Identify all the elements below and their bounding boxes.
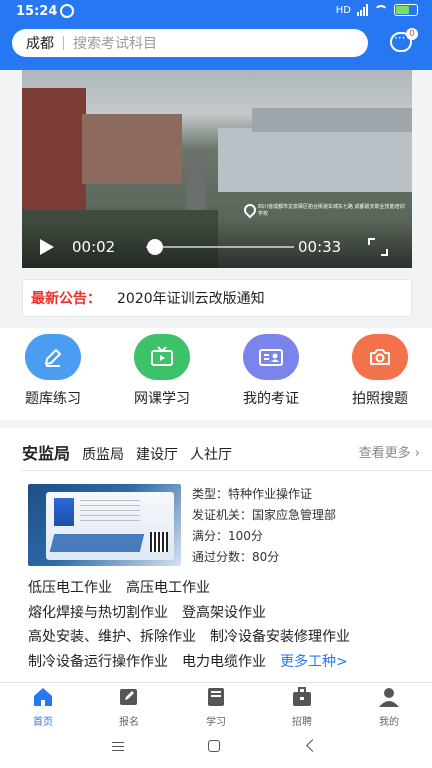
video-building (82, 114, 182, 184)
id-card-icon (259, 349, 283, 366)
job-type-item[interactable]: 熔化焊接与热切割作业 (28, 605, 168, 621)
progress-track[interactable] (146, 246, 294, 248)
search-input[interactable]: 搜索考试科目 (73, 33, 157, 53)
certificate-photo (54, 498, 74, 526)
video-player[interactable]: 四川省成都市龙泉驿区柏合街道车城东七路 成都航天职业技能培训学校 00:02 0… (22, 70, 412, 268)
video-building (22, 88, 86, 210)
feature-icon-bg (243, 334, 299, 380)
certificate-issuer: 发证机关：国家应急管理部 (192, 508, 337, 522)
play-icon[interactable] (40, 239, 54, 255)
feature-label: 拍照搜题 (352, 391, 408, 407)
certificate-text-lines (80, 500, 140, 522)
feature-grid: 题库练习 网课学习 我的考证 拍照搜题 (0, 328, 432, 420)
status-icons: HD (336, 4, 418, 16)
tab-construction-dept[interactable]: 建设厅 (136, 444, 178, 464)
pencil-icon (45, 349, 61, 367)
certificate-full-score: 满分：100分 (192, 529, 263, 543)
wifi-icon (374, 5, 388, 15)
briefcase-icon (293, 687, 311, 706)
job-type-item[interactable]: 低压电工作业 (28, 580, 112, 596)
feature-question-bank[interactable]: 题库练习 (3, 334, 103, 408)
menu-icon[interactable] (112, 742, 124, 751)
feature-icon-bg (134, 334, 190, 380)
signal-icon (357, 4, 368, 16)
job-type-item[interactable]: 登高架设作业 (182, 605, 266, 621)
tv-icon (151, 346, 173, 366)
network-label: HD (335, 4, 351, 16)
tab-safety-bureau[interactable]: 安监局 (22, 440, 70, 464)
bottom-nav: 首页 报名 学习 招聘 我的 (0, 682, 432, 728)
certificate-info: 类型：特种作业操作证 发证机关：国家应急管理部 满分：100分 通过分数：80分 (192, 484, 336, 568)
more-job-types-link[interactable]: 更多工种> (280, 654, 348, 670)
feature-online-course[interactable]: 网课学习 (112, 334, 212, 408)
qr-code-icon (150, 532, 168, 552)
view-more-label: 查看更多 (358, 446, 411, 461)
video-controls: 00:02 00:33 (22, 220, 412, 268)
announcement-bar[interactable]: 最新公告： 2020年证训云改版通知 (22, 279, 412, 317)
job-type-item[interactable]: 电力电缆作业 (182, 654, 266, 670)
edit-icon (120, 689, 137, 705)
job-type-list: 低压电工作业 高压电工作业 熔化焊接与热切割作业 登高架设作业 高处安装、维护、拆除… (28, 576, 422, 674)
progress-thumb[interactable] (146, 239, 163, 255)
job-type-item[interactable]: 制冷设备安装修理作业 (210, 629, 350, 645)
message-badge: 0 (406, 28, 418, 40)
current-time: 00:02 (72, 238, 116, 256)
alarm-icon (60, 4, 74, 18)
city-selector[interactable]: 成都 (12, 33, 54, 53)
nav-home[interactable]: 首页 (13, 687, 73, 728)
certificate-pass-score: 通过分数：80分 (192, 550, 280, 564)
feature-icon-bg (25, 334, 81, 380)
home-icon (34, 688, 52, 706)
certificate-type: 类型：特种作业操作证 (192, 487, 313, 501)
message-icon[interactable]: 0 (390, 28, 418, 52)
section-divider (22, 470, 432, 471)
certificate-image (28, 484, 181, 566)
feature-label: 题库练习 (25, 391, 81, 407)
video-building (218, 128, 412, 192)
feature-my-certificate[interactable]: 我的考证 (221, 334, 321, 408)
nav-profile[interactable]: 我的 (359, 687, 419, 728)
feature-label: 我的考证 (243, 391, 299, 407)
video-caption: 四川省成都市龙泉驿区柏合街道车城东七路 成都航天职业技能培训学校 (258, 204, 405, 217)
tab-quality-bureau[interactable]: 质监局 (82, 444, 124, 464)
battery-icon (394, 4, 418, 16)
search-bar[interactable]: 成都 搜索考试科目 (12, 29, 368, 57)
view-more-link[interactable]: 查看更多 › (359, 442, 420, 461)
status-time: 15:24 (16, 4, 58, 19)
system-nav-bar (0, 726, 432, 768)
book-icon (208, 688, 224, 706)
user-icon (379, 688, 399, 707)
category-tabs: 安监局 质监局 建设厅 人社厅 查看更多 › (22, 440, 420, 466)
nav-study[interactable]: 学习 (186, 687, 246, 728)
video-building (252, 108, 412, 132)
job-type-item[interactable]: 高压电工作业 (126, 580, 210, 596)
certificate-card (46, 492, 174, 560)
job-type-item[interactable]: 高处安装、维护、拆除作业 (28, 629, 196, 645)
tab-hr-dept[interactable]: 人社厅 (190, 444, 232, 464)
announcement-text[interactable]: 2020年证训云改版通知 (117, 288, 265, 308)
fullscreen-icon[interactable] (368, 238, 388, 256)
exam-category-section: 安监局 质监局 建设厅 人社厅 查看更多 › 类型：特种作业操作证 发证机关：国… (0, 428, 432, 682)
search-divider (63, 36, 64, 50)
nav-register[interactable]: 报名 (99, 687, 159, 728)
status-bar: 15:24 HD (0, 0, 432, 24)
camera-icon (370, 349, 390, 365)
feature-label: 网课学习 (134, 391, 190, 407)
back-icon[interactable] (306, 739, 319, 752)
announcement-label: 最新公告： (31, 291, 101, 307)
job-type-item[interactable]: 制冷设备运行操作作业 (28, 654, 168, 670)
chevron-right-icon: › (410, 446, 420, 461)
certificate-logo (49, 534, 145, 552)
nav-jobs[interactable]: 招聘 (272, 687, 332, 728)
feature-icon-bg (352, 334, 408, 380)
feature-photo-search[interactable]: 拍照搜题 (330, 334, 430, 408)
home-square-icon[interactable] (208, 740, 220, 752)
app-header: 成都 搜索考试科目 0 (0, 24, 432, 70)
duration: 00:33 (298, 238, 342, 256)
